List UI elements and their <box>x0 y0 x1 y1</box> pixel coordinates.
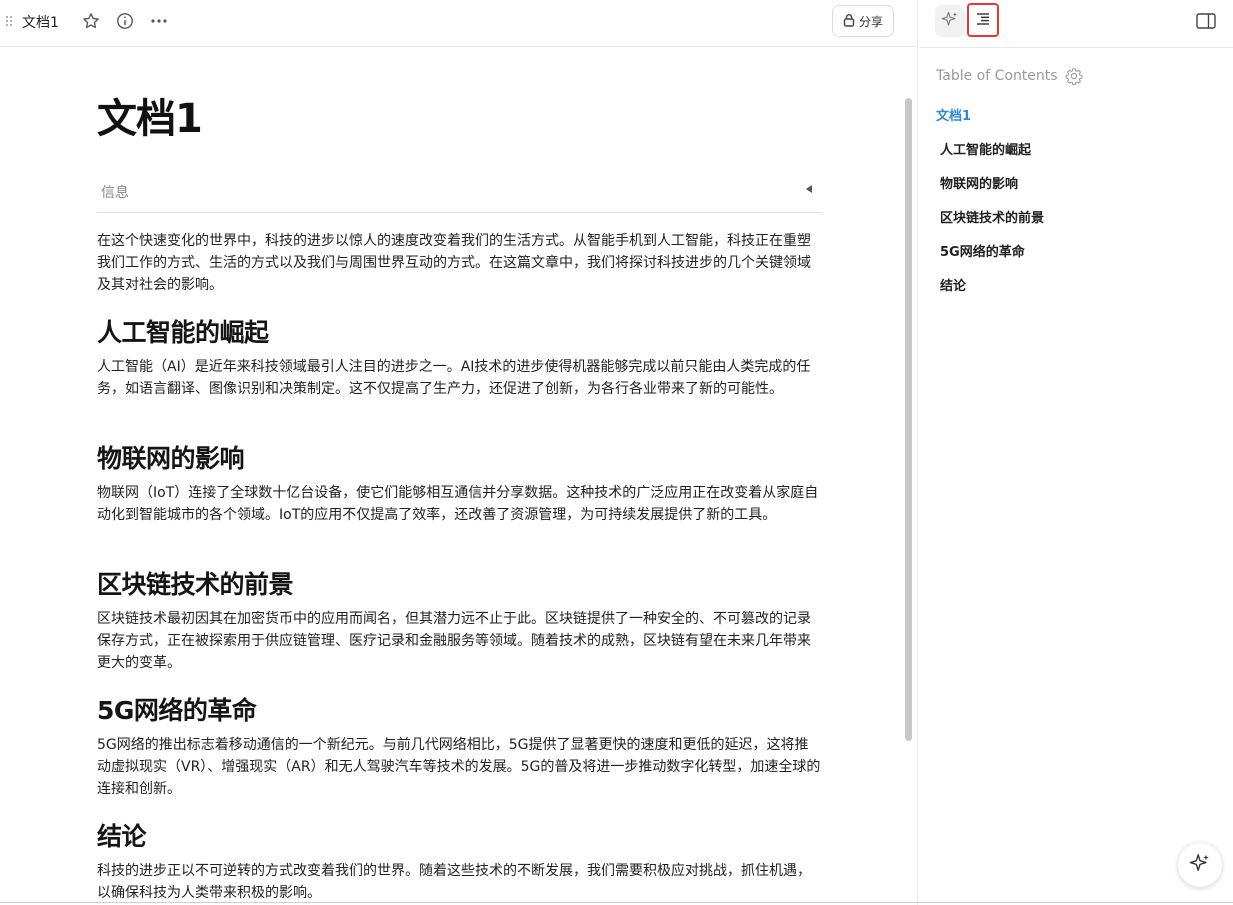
gear-icon[interactable] <box>1065 67 1083 86</box>
toc-toggle-button[interactable] <box>967 3 999 37</box>
toc-icon <box>975 11 991 30</box>
info-label: 信息 <box>101 185 129 201</box>
info-icon[interactable] <box>114 10 136 32</box>
section-heading-5g: 5G网络的革命 <box>97 696 257 725</box>
divider <box>919 47 1233 48</box>
scrollbar[interactable] <box>905 98 912 741</box>
section-heading-blockchain: 区块链技术的前景 <box>97 570 294 599</box>
toc-item-conclusion[interactable]: 结论 <box>940 275 966 294</box>
editor-pane: 文档1 分享 文档1 信息 在这个快速变化的世界中，科技的进步以惊人的速度改变着… <box>0 0 918 905</box>
ai-assistant-button[interactable] <box>935 5 965 37</box>
toc-pane: Table of Contents 文档1 人工智能的崛起 物联网的影响 区块链… <box>919 0 1233 905</box>
section-heading-ai: 人工智能的崛起 <box>97 318 269 347</box>
page-title: 文档1 <box>97 96 203 142</box>
side-panel-icon[interactable] <box>1195 11 1217 31</box>
document-title-tab[interactable]: 文档1 <box>22 12 59 32</box>
top-bar: 文档1 分享 <box>0 0 918 47</box>
ai-fab-button[interactable] <box>1178 843 1222 887</box>
toc-item-5g[interactable]: 5G网络的革命 <box>940 241 1025 260</box>
section-body-ai: 人工智能（AI）是近年来科技领域最引人注目的进步之一。AI技术的进步使得机器能够… <box>97 359 811 397</box>
toc-item-blockchain[interactable]: 区块链技术的前景 <box>940 207 1044 226</box>
collapse-arrow-icon <box>806 185 812 193</box>
section-heading-conclusion: 结论 <box>97 822 147 851</box>
section-body-blockchain: 区块链技术最初因其在加密货币中的应用而闻名，但其潜力远不止于此。区块链提供了一种… <box>97 611 811 671</box>
more-icon[interactable] <box>148 10 170 32</box>
toc-item-iot[interactable]: 物联网的影响 <box>940 173 1018 192</box>
share-label: 分享 <box>858 14 883 29</box>
divider <box>0 902 1233 903</box>
sparkle-icon <box>1189 852 1211 878</box>
intro-paragraph: 在这个快速变化的世界中，科技的进步以惊人的速度改变着我们的生活方式。从智能手机到… <box>97 233 811 293</box>
share-button[interactable]: 分享 <box>832 5 894 37</box>
section-body-5g: 5G网络的推出标志着移动通信的一个新纪元。与前几代网络相比，5G提供了显著更快的… <box>97 737 821 797</box>
section-body-iot: 物联网（IoT）连接了全球数十亿台设备，使它们能够相互通信并分享数据。这种技术的… <box>97 485 819 523</box>
toc-title: Table of Contents <box>936 68 1058 84</box>
info-collapsible[interactable]: 信息 <box>97 173 822 213</box>
star-icon[interactable] <box>80 10 102 32</box>
section-body-conclusion: 科技的进步正以不可逆转的方式改变着我们的世界。随着这些技术的不断发展，我们需要积… <box>97 863 811 901</box>
lock-icon <box>843 13 855 30</box>
sparkle-icon <box>941 10 959 32</box>
drag-handle-icon[interactable] <box>5 14 13 28</box>
section-heading-iot: 物联网的影响 <box>97 444 245 473</box>
toc-item-ai[interactable]: 人工智能的崛起 <box>940 139 1031 158</box>
document-scroll-area[interactable]: 文档1 信息 在这个快速变化的世界中，科技的进步以惊人的速度改变着我们的生活方式… <box>0 48 917 905</box>
toc-item-doc-title[interactable]: 文档1 <box>936 105 971 124</box>
